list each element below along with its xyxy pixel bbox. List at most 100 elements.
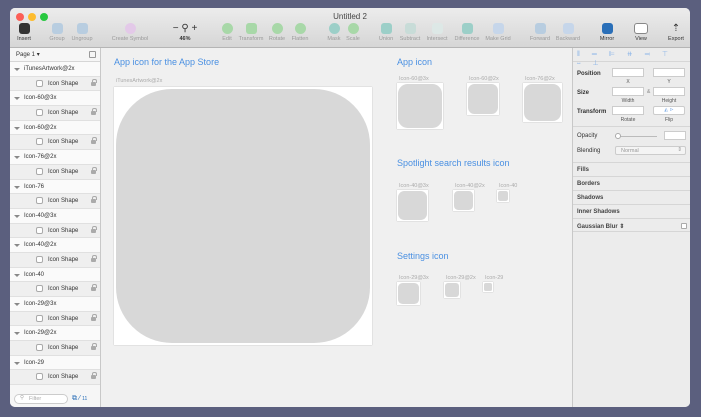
make-grid-button[interactable]: Make Grid xyxy=(481,23,515,42)
layer-checkbox[interactable] xyxy=(36,197,43,205)
rotate-input[interactable] xyxy=(612,106,644,115)
lock-ratio-icon[interactable]: & xyxy=(647,89,650,95)
mirror-icon xyxy=(601,23,613,34)
artboard-itunes[interactable] xyxy=(114,87,372,345)
ungroup-button[interactable]: Ungroup xyxy=(65,23,99,42)
layer-name: Icon Shape xyxy=(48,198,79,205)
layer-checkbox[interactable] xyxy=(36,255,43,263)
filter-input[interactable]: ⚲ Filter xyxy=(14,394,68,404)
gaussian-blur-section[interactable]: Gaussian Blur ⇕ xyxy=(573,218,690,232)
layer-item[interactable]: Icon Shape xyxy=(10,341,100,356)
layer-checkbox[interactable] xyxy=(36,167,43,175)
layer-group[interactable]: Icon-29 xyxy=(10,355,100,371)
layer-item[interactable]: Icon Shape xyxy=(10,135,100,151)
transform-label: Transform xyxy=(577,109,607,115)
zoom-control[interactable]: − ⚲ + 46% xyxy=(168,23,202,42)
icon-artboard[interactable] xyxy=(483,282,493,292)
layer-group[interactable]: Icon-29@2x xyxy=(10,326,100,342)
backward-button[interactable]: Backward xyxy=(551,23,585,42)
gaussian-blur-checkbox[interactable] xyxy=(681,223,687,229)
flatten-button[interactable]: Flatten xyxy=(283,23,317,42)
layer-item[interactable]: Icon Shape xyxy=(10,370,100,386)
opacity-slider-thumb[interactable] xyxy=(615,133,621,139)
layer-checkbox[interactable] xyxy=(36,344,43,352)
layer-item[interactable]: Icon Shape xyxy=(10,223,100,239)
layer-group[interactable]: Icon-40@3x xyxy=(10,208,100,224)
icon-artboard[interactable] xyxy=(444,282,460,298)
layer-item[interactable]: Icon Shape xyxy=(10,76,100,92)
difference-button[interactable]: Difference xyxy=(450,23,484,42)
layer-group[interactable]: Icon-40@2x xyxy=(10,238,100,253)
lock-icon[interactable] xyxy=(91,225,97,233)
lock-icon[interactable] xyxy=(91,313,97,321)
layer-checkbox[interactable] xyxy=(36,285,43,293)
layer-group[interactable]: Icon-29@3x xyxy=(10,297,100,312)
lock-icon[interactable] xyxy=(91,137,97,145)
lock-icon[interactable] xyxy=(91,196,97,204)
layer-group-name: Icon-29@2x xyxy=(24,330,57,337)
canvas[interactable]: App icon for the App Store iTunesArtwork… xyxy=(102,48,572,407)
layer-group[interactable]: Icon-60@2x xyxy=(10,120,100,136)
layer-group[interactable]: Icon-76 xyxy=(10,179,100,195)
layer-checkbox[interactable] xyxy=(36,373,43,381)
page-selector[interactable]: Page 1 ▾ xyxy=(10,48,100,62)
lock-icon[interactable] xyxy=(91,372,97,380)
layer-checkbox[interactable] xyxy=(36,79,43,87)
layer-item[interactable]: Icon Shape xyxy=(10,106,100,121)
mirror-button[interactable]: Mirror xyxy=(590,23,624,42)
pages-toggle-icon[interactable] xyxy=(89,51,96,58)
insert-label: Insert xyxy=(17,36,31,42)
layer-item[interactable]: Icon Shape xyxy=(10,282,100,297)
layer-group[interactable]: Icon-76@2x xyxy=(10,150,100,165)
width-input[interactable] xyxy=(612,87,644,96)
ungroup-icon xyxy=(76,23,88,34)
layer-item[interactable]: Icon Shape xyxy=(10,194,100,209)
layer-group[interactable]: iTunesArtwork@2x xyxy=(10,62,100,77)
layer-checkbox[interactable] xyxy=(36,226,43,234)
export-button[interactable]: ⇡ Export xyxy=(659,23,690,42)
intersect-button[interactable]: Intersect xyxy=(420,23,454,42)
alignment-toolbar[interactable]: ‖ ═ ⊫ ⧺ ⫤ ⊤ ⧿ ⊥ xyxy=(573,48,690,67)
lock-icon[interactable] xyxy=(91,254,97,262)
layer-item[interactable]: Icon Shape xyxy=(10,311,100,327)
blending-select[interactable]: Normal ⇕ xyxy=(615,146,686,155)
icon-artboard[interactable] xyxy=(523,83,562,122)
create-symbol-button[interactable]: Create Symbol xyxy=(108,23,152,42)
layer-group[interactable]: Icon-40 xyxy=(10,267,100,283)
flatten-icon xyxy=(294,23,306,34)
layer-item[interactable]: Icon Shape xyxy=(10,164,100,180)
layer-checkbox[interactable] xyxy=(36,314,43,322)
x-input[interactable] xyxy=(612,68,644,77)
lock-icon[interactable] xyxy=(91,284,97,292)
insert-button[interactable]: Insert xyxy=(10,23,41,42)
y-input[interactable] xyxy=(653,68,685,77)
artboard-label: Icon-40@3x xyxy=(399,183,429,189)
borders-section[interactable]: Borders xyxy=(573,176,690,190)
lock-icon[interactable] xyxy=(91,343,97,351)
layer-checkbox[interactable] xyxy=(36,109,43,117)
fills-section[interactable]: Fills xyxy=(573,162,690,176)
layer-checkbox[interactable] xyxy=(36,138,43,146)
union-label: Union xyxy=(378,36,394,42)
opacity-input[interactable] xyxy=(664,131,686,140)
icon-artboard[interactable] xyxy=(453,190,474,211)
icon-artboard[interactable] xyxy=(497,190,509,202)
view-button[interactable]: View xyxy=(624,23,658,42)
flip-buttons[interactable]: ◭ ⊳ xyxy=(653,106,685,115)
lock-icon[interactable] xyxy=(91,78,97,86)
icon-artboard[interactable] xyxy=(397,190,428,221)
shadows-section[interactable]: Shadows xyxy=(573,190,690,204)
icon-artboard[interactable] xyxy=(397,83,443,129)
y-label: Y xyxy=(667,79,671,85)
layer-group[interactable]: Icon-60@3x xyxy=(10,91,100,107)
icon-artboard[interactable] xyxy=(397,282,420,305)
lock-icon[interactable] xyxy=(91,108,97,116)
scale-button[interactable]: Scale xyxy=(336,23,370,42)
height-input[interactable] xyxy=(653,87,685,96)
opacity-slider[interactable] xyxy=(615,133,657,139)
icon-artboard[interactable] xyxy=(467,83,499,115)
lock-icon[interactable] xyxy=(91,166,97,174)
inner-shadows-section[interactable]: Inner Shadows xyxy=(573,204,690,218)
layer-item[interactable]: Icon Shape xyxy=(10,252,100,268)
layer-icons[interactable]: ⧉ ⁄ 11 xyxy=(72,395,87,403)
